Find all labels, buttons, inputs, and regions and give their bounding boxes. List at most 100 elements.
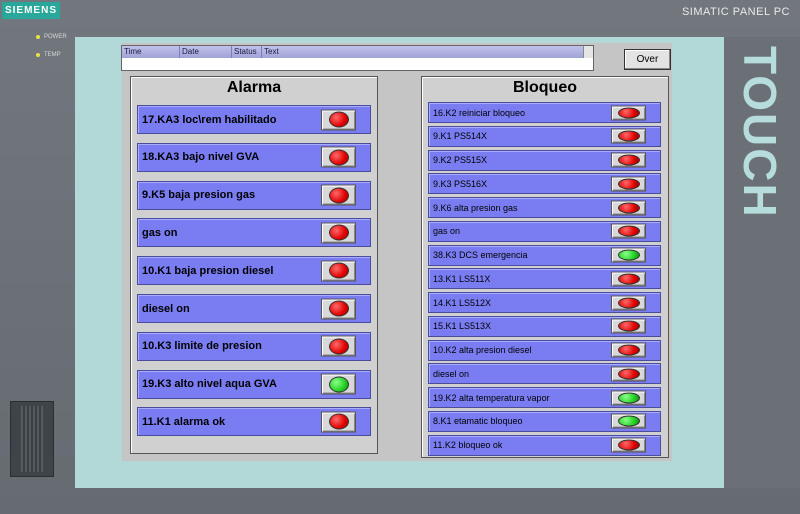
power-led-label: POWER [44,34,67,40]
alarma-row-label: 18.KA3 bajo nivel GVA [142,151,260,164]
bloqueo-status-button[interactable] [611,366,646,382]
red-lamp-icon [328,262,349,279]
red-lamp-icon [617,225,640,237]
bloqueo-row: diesel on [428,363,661,385]
alarma-status-button[interactable] [321,146,356,168]
bloqueo-status-button[interactable] [611,152,646,168]
alarma-row-label: 11.K1 alarma ok [142,415,226,428]
red-lamp-icon [617,320,640,332]
alarm-view-header: Time Date Status Text [122,46,584,58]
red-lamp-icon [328,413,349,430]
bloqueo-status-button[interactable] [611,223,646,239]
column-time[interactable]: Time [122,46,180,58]
bloqueo-row-label: 16.K2 reiniciar bloqueo [433,107,526,118]
bloqueo-row-label: 9.K6 alta presion gas [433,202,518,213]
alarma-row-label: 10.K1 baja presion diesel [142,264,274,277]
temp-led-icon [36,53,40,57]
alarma-row-label: gas on [142,226,178,239]
bloqueo-row-label: 9.K1 PS514X [433,131,488,142]
alarma-panel: Alarma 17.KA3 loc\rem habilitado 18.KA3 b… [130,76,378,454]
bloqueo-status-button[interactable] [611,390,646,405]
bloqueo-row: gas on [428,220,661,242]
alarma-row: 9.K5 baja presion gas [137,180,371,210]
green-lamp-icon [617,392,640,403]
alarma-row: diesel on [137,294,371,323]
bloqueo-row: 9.K2 PS515X [428,149,661,171]
red-lamp-icon [617,178,640,190]
alarma-row: 11.K1 alarma ok [137,407,371,437]
bloqueo-row: 11.K2 bloqueo ok [428,434,661,456]
bloqueo-status-button[interactable] [611,318,646,334]
bloqueo-row-label: 13.K1 LS511X [433,273,491,284]
bloqueo-status-button[interactable] [611,247,646,263]
red-lamp-icon [617,154,640,166]
bloqueo-status-button[interactable] [611,128,646,144]
red-lamp-icon [617,107,640,118]
bloqueo-status-button[interactable] [611,295,646,310]
bloqueo-row: 9.K1 PS514X [428,125,661,147]
over-button[interactable]: Over [624,49,671,70]
red-lamp-icon [617,344,640,356]
alarma-status-button[interactable] [321,109,356,130]
alarma-status-button[interactable] [321,260,356,282]
panel-model-label: SIMATIC PANEL PC [681,6,790,18]
alarma-status-button[interactable] [321,373,356,395]
red-lamp-icon [328,224,349,241]
alarma-status-button[interactable] [321,184,356,206]
bloqueo-row: 16.K2 reiniciar bloqueo [428,102,661,123]
alarma-row-label: 9.K5 baja presion gas [142,189,256,202]
bloqueo-row: 9.K6 alta presion gas [428,197,661,218]
bloqueo-row-label: 19.K2 alta temperatura vapor [433,392,550,403]
red-lamp-icon [328,187,349,204]
red-lamp-icon [617,439,640,451]
bloqueo-status-button[interactable] [611,200,646,215]
alarma-row: 10.K3 limite de presion [137,331,371,361]
red-lamp-icon [328,149,349,166]
bloqueo-row-label: 10.K2 alta presion diesel [433,345,532,355]
alarma-status-button[interactable] [321,411,356,433]
column-status[interactable]: Status [232,46,262,58]
red-lamp-icon [328,338,349,355]
bloqueo-status-button[interactable] [611,105,646,120]
bloqueo-panel: Bloqueo 16.K2 reiniciar bloqueo 9.K1 PS51… [421,76,669,458]
bloqueo-row-label: gas on [433,226,461,237]
alarma-title: Alarma [226,79,282,96]
alarm-view[interactable]: Time Date Status Text [121,45,594,71]
bloqueo-status-button[interactable] [611,413,646,429]
bloqueo-row: 10.K2 alta presion diesel [428,339,661,361]
column-text[interactable]: Text [262,46,584,58]
usb-slot [10,401,54,477]
alarma-status-button[interactable] [321,298,356,319]
alarma-status-button[interactable] [321,335,356,357]
alarma-row: 18.KA3 bajo nivel GVA [137,142,371,172]
power-led: POWER [36,34,67,40]
alarma-row: gas on [137,218,371,248]
bloqueo-row: 14.K1 LS512X [428,292,661,313]
alarma-status-button[interactable] [321,222,356,244]
bloqueo-status-button[interactable] [611,342,646,358]
column-date[interactable]: Date [180,46,232,58]
touch-label: TOUCH [734,46,786,219]
red-lamp-icon [617,130,640,142]
bloqueo-status-button[interactable] [611,271,646,287]
bloqueo-row-label: 38.K3 DCS emergencia [433,250,528,260]
brand-logo: SIEMENS [2,2,60,19]
power-led-icon [36,35,40,39]
bloqueo-row: 9.K3 PS516X [428,173,661,195]
bloqueo-title: Bloqueo [513,79,577,96]
bloqueo-status-button[interactable] [611,437,646,453]
green-lamp-icon [617,249,640,261]
bloqueo-status-button[interactable] [611,176,646,192]
alarma-row-label: 17.KA3 loc\rem habilitado [142,113,277,126]
red-lamp-icon [617,202,640,213]
alarm-view-scrollbar[interactable] [583,46,593,58]
temp-led: TEMP [36,52,61,58]
red-lamp-icon [328,111,349,128]
bloqueo-row-label: 8.K1 etamatic bloqueo [433,416,523,427]
bloqueo-row: 15.K1 LS513X [428,315,661,337]
alarma-row: 17.KA3 loc\rem habilitado [137,105,371,134]
bloqueo-row-label: 15.K1 LS513X [433,321,492,332]
bloqueo-row-label: 14.K1 LS512X [433,297,492,308]
red-lamp-icon [328,300,349,317]
bloqueo-row: 13.K1 LS511X [428,268,661,290]
